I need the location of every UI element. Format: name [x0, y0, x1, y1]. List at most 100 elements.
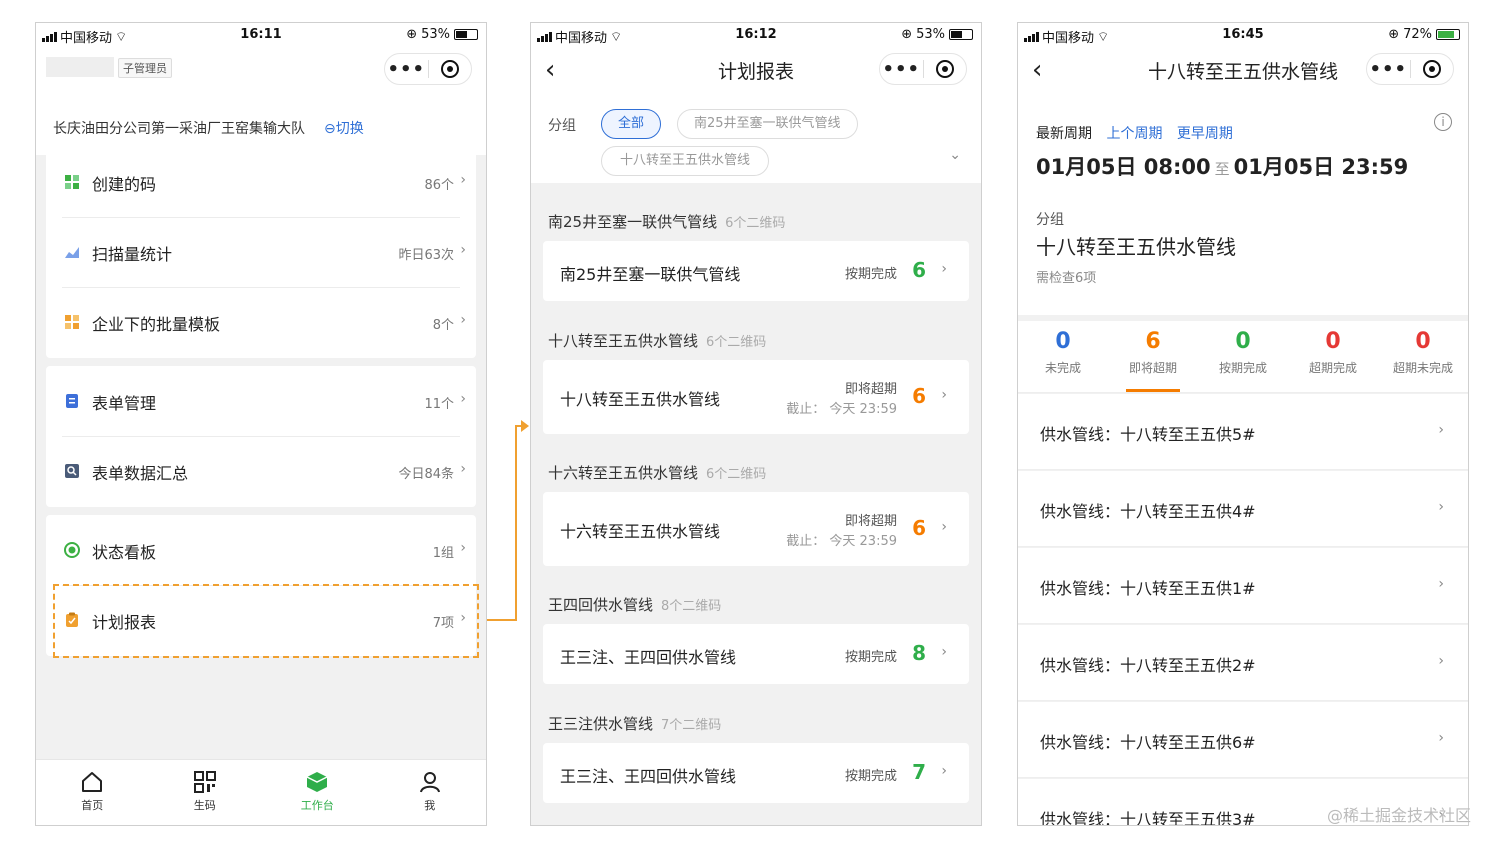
menu-item-form-management[interactable]: 表单管理 11个 › — [46, 366, 476, 436]
stat-label: 按期完成 — [1218, 361, 1267, 375]
plan-item[interactable]: 王三注、王四回供水管线 按期完成 8 › — [543, 624, 969, 684]
qrcode-grid-icon — [65, 175, 79, 189]
connector-line — [515, 425, 517, 621]
switch-org-button[interactable]: ⊖切换 — [324, 118, 364, 138]
group-count: 6个二维码 — [706, 467, 767, 482]
chevron-down-icon[interactable]: ⌄ — [949, 147, 961, 163]
tab-label: 工作台 — [300, 799, 334, 812]
tab-previous-period[interactable]: 上个周期 — [1106, 126, 1162, 142]
list-item[interactable]: 供水管线：十八转至王五供2# › — [1018, 625, 1468, 701]
chevron-right-icon: › — [1438, 576, 1444, 592]
stat-label: 未完成 — [1044, 361, 1081, 375]
chevron-right-icon: › — [460, 312, 466, 328]
menu-label: 扫描量统计 — [92, 245, 173, 264]
stat-overdue-undone[interactable]: 0 超期未完成 — [1378, 321, 1468, 392]
status-bar: 中国移动 ⌔ 16:12 ⊕ 53% — [531, 23, 981, 47]
menu-item-form-data-summary[interactable]: 表单数据汇总 今日84条 › — [46, 436, 476, 506]
plan-item[interactable]: 十六转至王五供水管线 即将超期 截止： 今天 23:59 6 › — [543, 492, 969, 566]
chip-group[interactable]: 十八转至王五供水管线 — [601, 146, 770, 176]
more-icon[interactable]: ••• — [880, 59, 923, 80]
status-stats: 0 未完成 6 即将超期 0 按期完成 0 超期完成 0 超期未完成 — [1018, 321, 1468, 393]
stat-number: 6 — [1145, 329, 1161, 354]
battery-icon — [454, 29, 478, 40]
tab-home[interactable]: 首页 — [36, 760, 149, 825]
plan-deadline: 截止： 今天 23:59 — [786, 534, 897, 549]
plan-item[interactable]: 王三注、王四回供水管线 按期完成 7 › — [543, 743, 969, 803]
range-start: 01月05日 08:00 — [1036, 155, 1211, 179]
stat-overdue-done[interactable]: 0 超期完成 — [1288, 321, 1378, 392]
chevron-right-icon: › — [460, 242, 466, 258]
stat-label: 超期完成 — [1308, 361, 1357, 375]
chip-all[interactable]: 全部 — [601, 109, 662, 139]
list-item[interactable]: 供水管线：十八转至王五供1# › — [1018, 548, 1468, 624]
pipe-label: 供水管线：十八转至王五供6# — [1040, 733, 1256, 752]
phone-plan-detail: 中国移动 ⌔ 16:45 ⊕ 72% ‹ 十八转至王五供水管线 ••• 最新周期 上… — [1017, 22, 1469, 826]
battery-text: 53% — [421, 27, 450, 42]
pipe-label: 供水管线：十八转至王五供1# — [1040, 579, 1256, 598]
stat-due-soon[interactable]: 6 即将超期 — [1108, 321, 1198, 392]
chevron-right-icon: › — [1438, 730, 1444, 746]
switch-icon: ⊖ — [324, 121, 336, 137]
stat-label: 超期未完成 — [1392, 361, 1453, 375]
close-target-icon[interactable] — [924, 60, 967, 78]
info-icon[interactable]: i — [1434, 113, 1452, 131]
menu-item-created-codes[interactable]: 创建的码 86个 › — [46, 147, 476, 217]
tab-workbench[interactable]: 工作台 — [261, 760, 374, 825]
filter-label: 分组 — [548, 118, 576, 134]
menu-label: 表单数据汇总 — [92, 464, 189, 483]
chevron-right-icon: › — [1438, 499, 1444, 515]
group-name: 王四回供水管线 — [548, 596, 654, 614]
list-item[interactable]: 供水管线：十八转至王五供6# › — [1018, 702, 1468, 778]
plan-item[interactable]: 十八转至王五供水管线 即将超期 截止： 今天 23:59 6 › — [543, 360, 969, 434]
close-target-icon[interactable] — [429, 60, 472, 78]
plan-item[interactable]: 南25井至塞一联供气管线 按期完成 6 › — [543, 241, 969, 301]
stat-number: 0 — [1055, 329, 1071, 354]
stat-number: 0 — [1325, 329, 1341, 354]
tab-label: 首页 — [81, 799, 104, 812]
list-item[interactable]: 供水管线：十八转至王五供4# › — [1018, 471, 1468, 547]
tab-generate[interactable]: 生码 — [149, 760, 262, 825]
close-target-icon[interactable] — [1411, 60, 1454, 78]
qrcode-icon — [193, 771, 216, 793]
more-icon[interactable]: ••• — [1367, 59, 1410, 80]
battery-text: 53% — [916, 27, 945, 42]
group-count: 7个二维码 — [661, 718, 722, 733]
chart-icon — [65, 247, 79, 258]
plan-status: 按期完成 — [844, 769, 897, 784]
menu-item-batch-templates[interactable]: 企业下的批量模板 8个 › — [46, 287, 476, 357]
plan-count: 8 — [912, 641, 926, 665]
chevron-right-icon: › — [941, 387, 947, 403]
tab-me[interactable]: 我 — [374, 760, 487, 825]
pipe-label: 供水管线：十八转至王五供5# — [1040, 425, 1256, 444]
menu-item-status-board[interactable]: 状态看板 1组 › — [46, 515, 476, 585]
form-icon — [66, 394, 78, 408]
tab-latest-period[interactable]: 最新周期 — [1036, 126, 1092, 142]
stat-on-time[interactable]: 0 按期完成 — [1198, 321, 1288, 392]
list-item[interactable]: 供水管线：十八转至王五供5# › — [1018, 394, 1468, 470]
pipe-label: 供水管线：十八转至王五供2# — [1040, 656, 1256, 675]
more-icon[interactable]: ••• — [385, 59, 428, 80]
plan-title: 王三注、王四回供水管线 — [560, 767, 737, 786]
battery-charging-icon — [1436, 29, 1460, 40]
period-range: 01月05日 08:00 至 01月05日 23:59 — [1036, 151, 1408, 181]
menu-value: 8个 — [432, 318, 454, 333]
connector-arrow-icon — [521, 420, 529, 432]
status-bar: 中国移动 ⌔ 16:11 ⊕ 53% — [36, 23, 486, 47]
tab-earlier-period[interactable]: 更早周期 — [1177, 126, 1233, 142]
menu-label: 状态看板 — [92, 543, 157, 562]
group-header: 王三注供水管线 7个二维码 — [548, 713, 721, 734]
chevron-right-icon: › — [1438, 653, 1444, 669]
stat-unfinished[interactable]: 0 未完成 — [1018, 321, 1108, 392]
org-name: 长庆油田分公司第一采油厂王窑集输大队 — [53, 121, 305, 137]
chevron-right-icon: › — [1438, 422, 1444, 438]
alarm-icon: ⊕ — [901, 27, 913, 42]
search-data-icon — [65, 464, 79, 478]
group-name: 南25井至塞一联供气管线 — [548, 213, 718, 231]
plan-status: 即将超期 — [844, 382, 897, 397]
period-tabs: 最新周期 上个周期 更早周期 — [1036, 123, 1243, 143]
tab-bar: 首页 生码 工作台 我 — [36, 759, 486, 825]
chevron-right-icon: › — [941, 261, 947, 277]
chip-group[interactable]: 南25井至塞一联供气管线 — [677, 109, 858, 139]
group-name: 王三注供水管线 — [548, 715, 654, 733]
menu-item-scan-stats[interactable]: 扫描量统计 昨日63次 › — [46, 217, 476, 287]
